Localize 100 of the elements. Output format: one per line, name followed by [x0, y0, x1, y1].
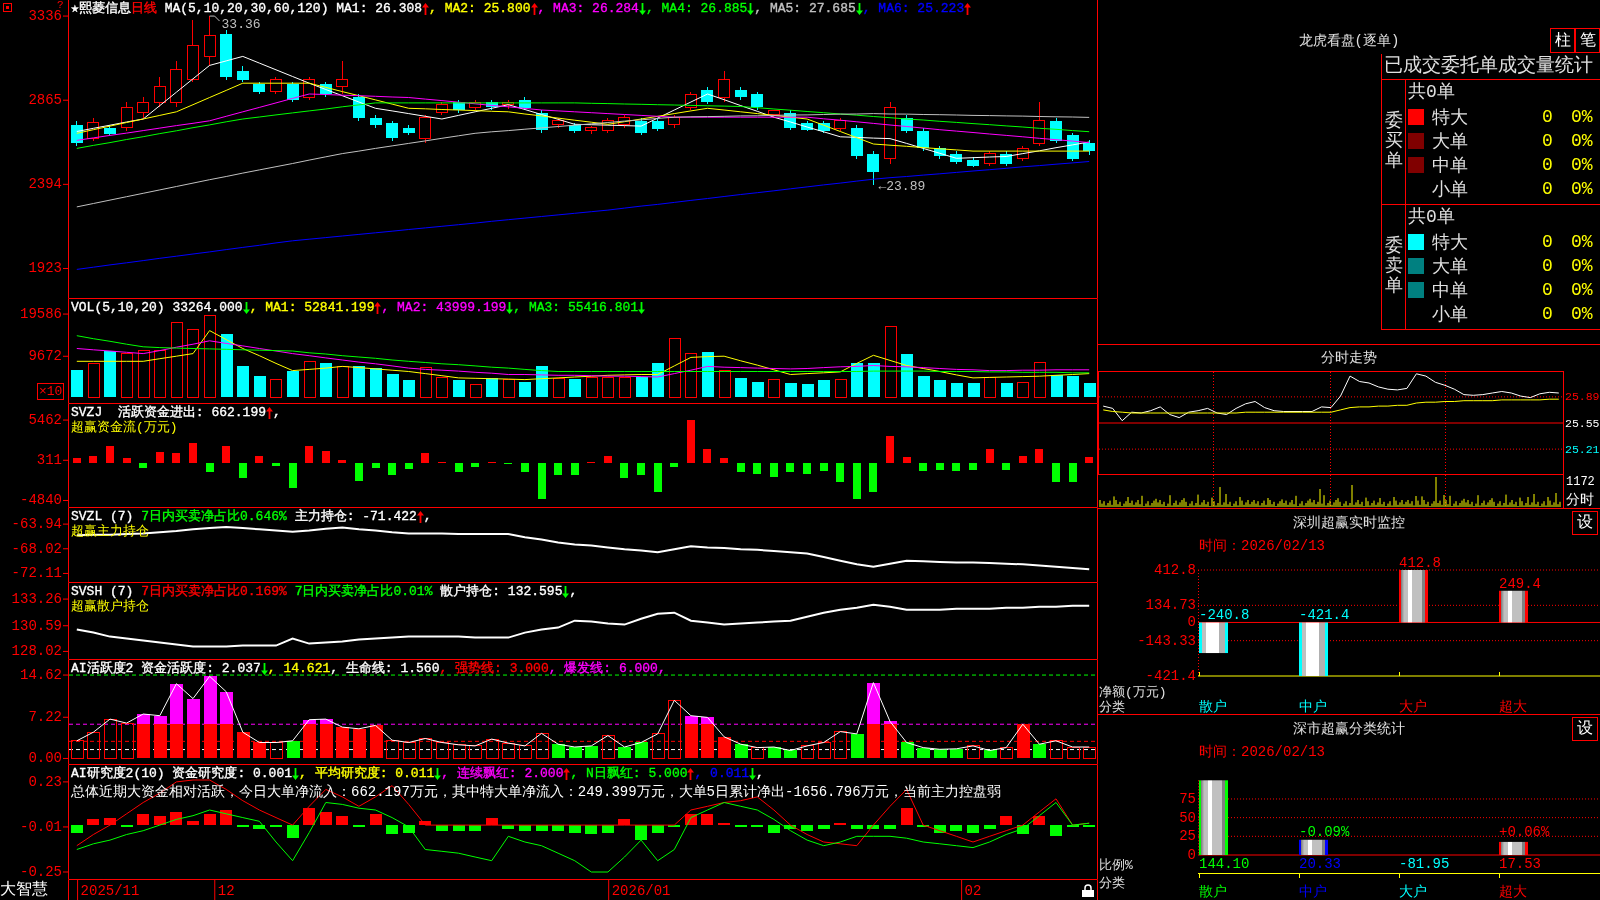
legend-text: ,	[273, 405, 281, 420]
panel-title: 分时走势	[1321, 349, 1377, 367]
lock-icon	[1082, 884, 1094, 897]
axis-label: 0.00	[28, 750, 62, 765]
flow-bar	[952, 462, 961, 471]
flow-bar	[371, 462, 380, 469]
axis-label: 5462	[28, 412, 62, 429]
axis-label: 25.21	[1565, 442, 1600, 456]
candlestick	[967, 156, 979, 168]
flow-bar	[189, 443, 197, 463]
order-count: 0	[1541, 107, 1554, 127]
group-label: 委买单	[1384, 112, 1403, 172]
legend-text: , MA3: 55416.801	[513, 300, 639, 315]
flow-bar	[570, 462, 579, 476]
candlestick	[203, 15, 216, 67]
flow-bar	[985, 448, 994, 463]
flow-bar	[852, 462, 861, 499]
flow-bar	[255, 456, 264, 463]
axis-label: -421.4	[1145, 668, 1196, 684]
flow-bar	[1002, 462, 1011, 470]
candlestick	[767, 109, 780, 119]
legend-text: VOL(5,10,20) 33264.000	[71, 300, 243, 315]
candlestick	[684, 91, 697, 111]
bar	[1499, 590, 1528, 623]
settings-button[interactable]: 设	[1572, 511, 1598, 535]
legend-text: 主力持仓: -71.422	[293, 509, 417, 524]
settings-button[interactable]: 设	[1572, 717, 1598, 741]
candlestick	[585, 125, 598, 135]
flow-bar	[1068, 462, 1077, 483]
axis-label: 7.22	[28, 709, 62, 726]
chart-mode-button[interactable]: 笔	[1575, 28, 1600, 53]
candlestick	[435, 101, 448, 115]
legend-text: , MA4: 26.885	[645, 1, 748, 16]
axis-label: -63.94	[11, 516, 62, 533]
flow-bar	[1018, 455, 1027, 463]
legend-text: 7日内买卖净占比0.01%	[293, 584, 433, 599]
data-label: 249.4	[1499, 575, 1541, 592]
candlestick	[751, 91, 764, 111]
axis-title: 比例%	[1099, 858, 1133, 873]
flow-bar	[969, 462, 977, 470]
flow-bar	[139, 462, 148, 469]
candlestick	[269, 76, 282, 95]
flow-bar	[753, 462, 762, 475]
order-share: 0%	[1570, 280, 1594, 300]
annotation: 33.36	[221, 17, 261, 33]
flow-bar	[222, 446, 231, 463]
flow-bar	[620, 462, 629, 479]
time-label: 时间：2026/02/13	[1199, 744, 1325, 760]
legend-text: , MA5: 27.685	[754, 1, 856, 16]
date-label: 2025/11	[80, 882, 140, 899]
axis-title: 净额(万元)	[1099, 685, 1167, 700]
change-label: -0.09%	[1299, 824, 1350, 840]
flow-bar	[271, 462, 280, 466]
axis-label: -0.25	[20, 864, 62, 880]
flow-bar	[504, 462, 513, 465]
flow-bar	[288, 462, 297, 488]
candlestick	[552, 117, 565, 129]
legend-text: , MA2: 25.800	[429, 1, 531, 16]
legend-text: ,	[569, 584, 578, 599]
change-label: +0.06%	[1499, 824, 1550, 840]
candlestick	[187, 19, 199, 83]
flow-bar	[836, 462, 845, 483]
candlestick	[419, 114, 432, 144]
order-total: 共0单	[1408, 82, 1455, 102]
flow-bar	[305, 445, 314, 463]
legend-text: 日线	[130, 1, 157, 16]
order-share: 0%	[1570, 232, 1594, 252]
order-share: 0%	[1570, 304, 1594, 324]
amount-label: 17.53	[1499, 856, 1541, 872]
flow-bar	[686, 419, 695, 463]
indicator-subtitle: 超赢散户持仓	[71, 599, 149, 614]
axis-label: -0.01	[20, 818, 62, 835]
candlestick	[70, 120, 83, 147]
period-label: 分时	[1566, 492, 1594, 508]
candlestick	[618, 114, 631, 129]
candlestick	[336, 60, 349, 95]
order-share: 0%	[1570, 155, 1594, 175]
flow-bar	[786, 462, 795, 473]
axis-label: 50	[1179, 809, 1196, 826]
date-label: 2026/01	[611, 882, 671, 899]
candlestick	[319, 81, 332, 98]
candlestick	[369, 114, 382, 129]
order-total: 共0单	[1408, 207, 1455, 227]
bar	[1299, 839, 1328, 855]
candlestick	[1050, 117, 1062, 144]
candlestick	[718, 70, 731, 103]
legend-text: ,	[756, 766, 764, 781]
candlestick	[917, 127, 930, 152]
legend-text: , MA1: 52841.199	[249, 300, 375, 315]
axis-label: 133.26	[11, 591, 62, 608]
flow-bar	[819, 462, 828, 472]
candlestick	[303, 76, 316, 101]
candlestick	[469, 99, 482, 111]
axis-label: 25.89	[1565, 390, 1600, 404]
chart-mode-button[interactable]: 柱	[1550, 28, 1575, 53]
legend-text: , 0.011	[694, 766, 750, 781]
candlestick	[834, 117, 847, 132]
bar	[1399, 570, 1428, 623]
axis-label: 2394	[28, 176, 62, 193]
indicator-subtitle: 超赢资金流(万元)	[71, 420, 178, 435]
